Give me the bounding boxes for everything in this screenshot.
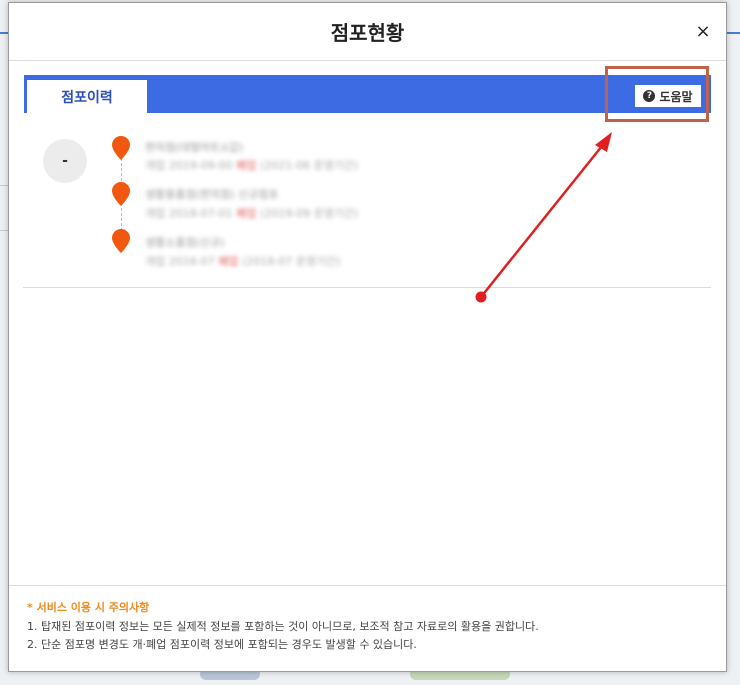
- history-detail: (2018-07 운영기간): [241, 255, 341, 268]
- history-store-meta: 개업 2016-07 폐업 (2018-07 운영기간): [145, 253, 341, 268]
- history-store-name: 생활소품점(신규): [145, 236, 225, 249]
- history-store-name: 생활용품점(편의점) 신규점포: [145, 188, 279, 201]
- title-divider: [9, 60, 726, 61]
- history-status: 폐업: [236, 207, 257, 220]
- history-open-date: 개업 2016-07: [145, 255, 215, 268]
- notice-title: * 서비스 이용 시 주의사항: [27, 601, 150, 614]
- history-store-name: 편의점(대형마트)(갑): [145, 141, 244, 154]
- history-open-date: 개업 2019-09-00: [145, 159, 233, 172]
- history-status: 폐업: [236, 159, 257, 172]
- help-highlight-box: [605, 66, 709, 122]
- history-store-meta: 개업 2019-09-00 폐업 (2021-06 운영기간): [145, 157, 359, 172]
- content-divider: [23, 287, 711, 288]
- history-detail: (2019-09 운영기간): [259, 207, 359, 220]
- modal-title: 점포현황: [330, 20, 405, 45]
- tab-store-history[interactable]: 점포이력: [27, 80, 147, 113]
- location-pin-icon: [112, 229, 130, 253]
- location-pin-icon: [112, 182, 130, 206]
- history-status: 폐업: [218, 255, 239, 268]
- footer-divider: [9, 585, 726, 586]
- history-store-meta: 개업 2018-07-01 폐업 (2019-09 운영기간): [145, 205, 359, 220]
- location-pin-icon: [112, 136, 130, 160]
- notice-line: 1. 탑재된 점포이력 정보는 모든 실제적 정보를 포함하는 것이 아니므로,…: [27, 620, 539, 633]
- store-avatar: -: [43, 139, 87, 183]
- history-detail: (2021-06 운영기간): [259, 159, 359, 172]
- notice-line: 2. 단순 점포명 변경도 개·폐업 점포이력 정보에 포함되는 경우도 발생할…: [27, 638, 417, 651]
- history-open-date: 개업 2018-07-01: [145, 207, 233, 220]
- close-button[interactable]: ×: [694, 23, 712, 41]
